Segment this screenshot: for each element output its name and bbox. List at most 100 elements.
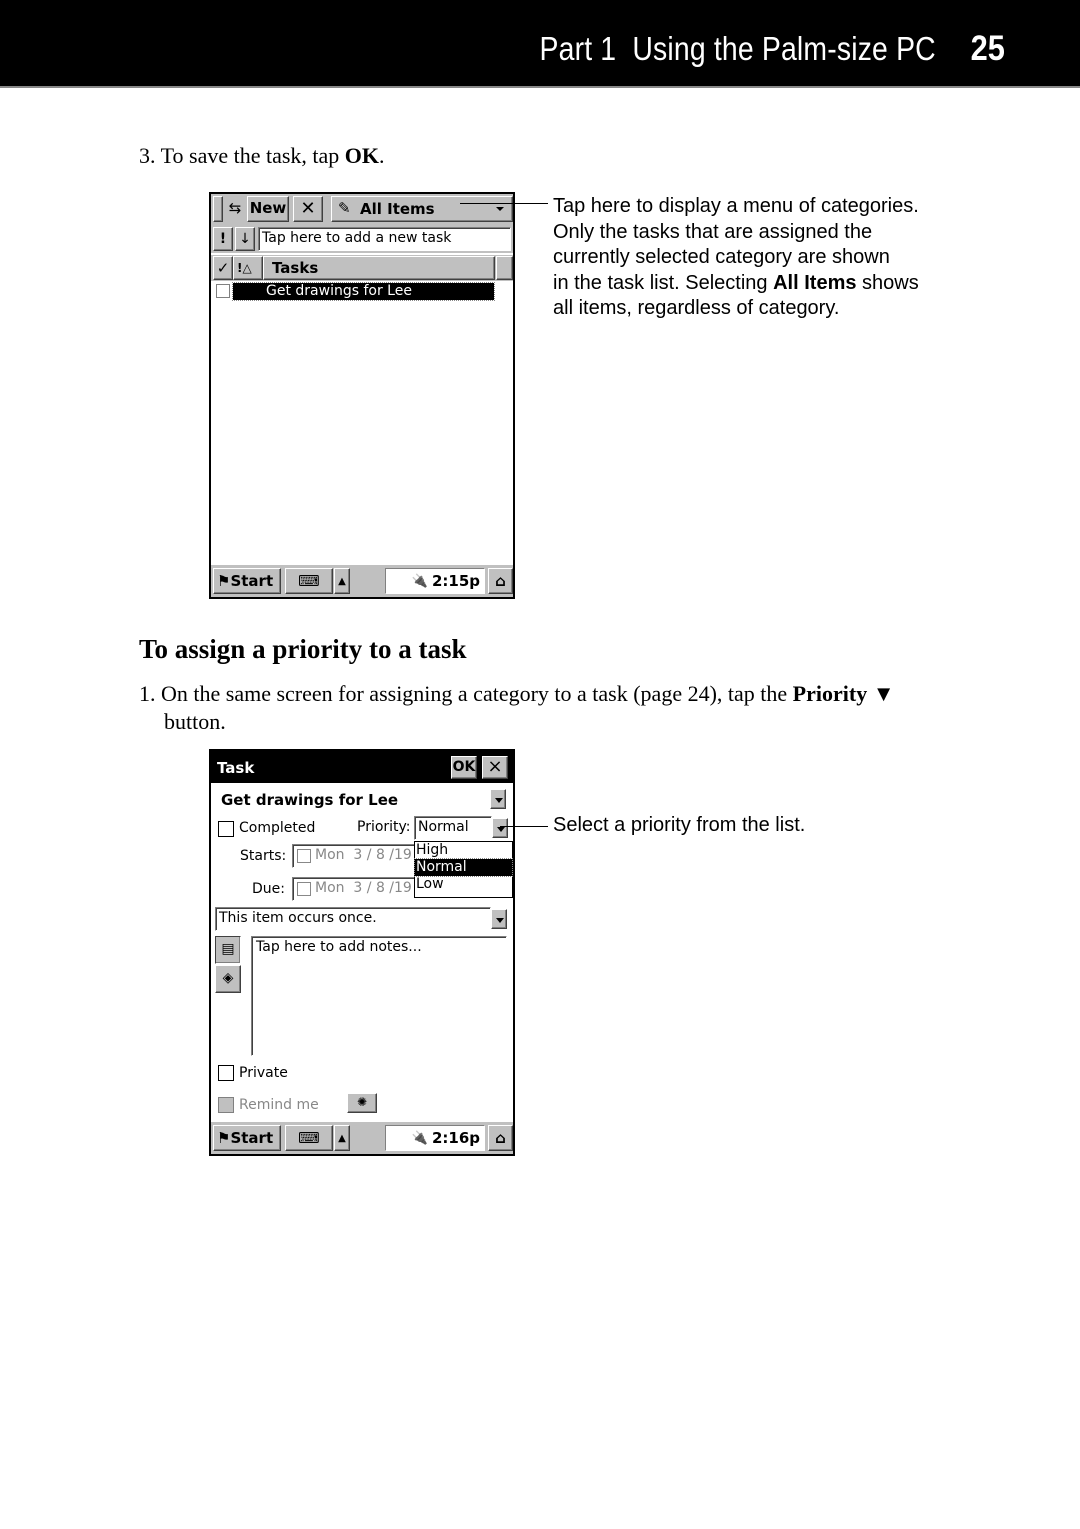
priority-option-high[interactable]: High: [415, 842, 512, 859]
window-title: Task: [217, 759, 255, 777]
keyboard-icon: ⌨: [298, 1129, 320, 1147]
ok-button[interactable]: OK: [451, 756, 477, 779]
keyboard-button[interactable]: ⌨: [285, 1125, 333, 1151]
callout-line: in the task list. Selecting All Items sh…: [553, 271, 919, 297]
list-header: ✓ !△ Tasks: [211, 255, 513, 281]
step-3: 3. To save the task, tap OK.: [139, 142, 385, 170]
recurrence-dropdown-button[interactable]: [491, 909, 507, 929]
column-check[interactable]: ✓: [213, 256, 233, 280]
keyboard-icon: ⌨: [298, 572, 320, 590]
private-checkbox[interactable]: [218, 1065, 234, 1081]
title-bar: Task OK ×: [211, 751, 513, 783]
windows-flag-icon: ⚑: [217, 572, 231, 590]
callout-categories: Tap here to display a menu of categories…: [553, 194, 919, 322]
priority-options-list: High Normal Low: [414, 841, 513, 898]
new-task-input[interactable]: Tap here to add a new task: [258, 227, 511, 251]
step-text: button.: [164, 709, 226, 734]
clock-home-icon: ⌂: [495, 572, 506, 590]
taskbar: ⚑ Start ⌨ ▲ 🔌 2:15p ⌂: [211, 564, 513, 597]
taskbar: ⚑ Start ⌨ ▲ 🔌 2:16p ⌂: [211, 1121, 513, 1154]
command-bar: ⇆ New ✕ ✎ All Items: [211, 194, 513, 225]
due-checkbox[interactable]: [297, 882, 311, 896]
step-number: 1.: [139, 681, 156, 706]
callout-bold: All Items: [773, 271, 857, 294]
sort-arrow-button[interactable]: ↓: [235, 227, 255, 251]
page-number: 25: [970, 29, 1005, 68]
power-plug-icon[interactable]: 🔌: [412, 574, 428, 589]
delete-button[interactable]: ✕: [293, 196, 323, 222]
system-tray: 🔌 2:16p: [385, 1125, 485, 1151]
windows-flag-icon: ⚑: [217, 1129, 231, 1147]
starts-checkbox[interactable]: [297, 849, 311, 863]
remind-checkbox[interactable]: [218, 1097, 234, 1113]
keyboard-button[interactable]: ⌨: [285, 568, 333, 594]
step-number: 3.: [139, 143, 156, 168]
priority-option-low[interactable]: Low: [415, 876, 512, 893]
task-row[interactable]: Get drawings for Lee: [211, 282, 513, 302]
priority-option-normal[interactable]: Normal: [414, 858, 513, 877]
clock[interactable]: 2:16p: [432, 1129, 480, 1147]
start-button[interactable]: ⚑ Start: [213, 1125, 281, 1151]
category-dropdown[interactable]: ✎ All Items: [331, 196, 513, 222]
desktop-button[interactable]: ⌂: [488, 1125, 513, 1151]
step-punct: .: [379, 143, 385, 168]
task-complete-checkbox[interactable]: [216, 284, 230, 298]
column-extra: [496, 256, 513, 280]
entry-bar: ! ↓ Tap here to add a new task: [211, 225, 513, 253]
callout-line: Only the tasks that are assigned the: [553, 220, 873, 243]
new-button[interactable]: New: [247, 196, 289, 222]
task-edit-screenshot: Task OK × Get drawings for Lee Completed…: [209, 749, 515, 1156]
callout-leader-1: [460, 203, 548, 204]
task-title[interactable]: Get drawings for Lee: [232, 282, 495, 301]
alarm-button[interactable]: ✺: [347, 1093, 377, 1113]
callout-text: shows: [856, 271, 919, 294]
notes-tab[interactable]: ▤: [215, 936, 241, 964]
column-priority[interactable]: !△: [233, 256, 263, 280]
close-button[interactable]: ×: [482, 756, 508, 779]
step-text: On the same screen for assigning a categ…: [161, 681, 793, 706]
swap-icon[interactable]: ⇆: [225, 199, 245, 219]
step-text: To save the task, tap: [160, 143, 345, 168]
recurrence-select[interactable]: This item occurs once.: [215, 907, 491, 931]
private-label: Private: [239, 1065, 288, 1081]
power-plug-icon[interactable]: 🔌: [412, 1131, 428, 1146]
step-1: 1. On the same screen for assigning a ca…: [139, 680, 999, 736]
section-heading: To assign a priority to a task: [139, 634, 467, 664]
category-icon: ◈: [222, 970, 234, 986]
desktop-button[interactable]: ⌂: [488, 568, 513, 594]
callout-line: Tap here to display a menu of categories…: [553, 195, 919, 217]
step-bold: Priority: [792, 681, 868, 706]
priority-dropdown-button[interactable]: [492, 818, 508, 838]
priority-sort-button[interactable]: !: [213, 227, 233, 251]
category-tab[interactable]: ◈: [215, 965, 241, 993]
caret-up-icon: ▲: [338, 1132, 346, 1144]
completed-checkbox[interactable]: [218, 821, 234, 837]
header-rule: [0, 86, 1080, 88]
start-button[interactable]: ⚑ Start: [213, 568, 281, 594]
callout-line: currently selected category are shown: [553, 246, 890, 268]
priority-label: Priority:: [357, 819, 411, 835]
callout-text: in the task list. Selecting: [553, 271, 774, 294]
completed-label: Completed: [239, 820, 316, 836]
notes-textarea[interactable]: Tap here to add notes...: [251, 936, 507, 1056]
input-panel-toggle[interactable]: ▲: [334, 1125, 350, 1151]
x-icon: ✕: [300, 198, 316, 219]
priority-select[interactable]: Normal: [414, 816, 492, 840]
task-name[interactable]: Get drawings for Lee: [221, 791, 398, 809]
notes-icon: ▤: [221, 941, 235, 957]
remind-label: Remind me: [239, 1097, 319, 1113]
gripper-handle[interactable]: [213, 196, 223, 222]
step-bold: OK: [344, 143, 380, 168]
column-tasks[interactable]: Tasks: [263, 256, 495, 280]
callout-line: all items, regardless of category.: [553, 297, 840, 319]
category-label: All Items: [360, 200, 435, 218]
start-label: Start: [230, 1129, 274, 1147]
tasks-screenshot: ⇆ New ✕ ✎ All Items ! ↓ Tap here to add …: [209, 192, 515, 599]
callout-priority: Select a priority from the list.: [553, 814, 806, 836]
task-name-dropdown[interactable]: [490, 789, 506, 809]
category-icon: ✎: [338, 199, 351, 217]
input-panel-toggle[interactable]: ▲: [334, 568, 350, 594]
clock[interactable]: 2:15p: [432, 572, 480, 590]
sort-indicator-icon: △: [242, 261, 252, 275]
header-title: Part 1 Using the Palm-size PC: [539, 30, 936, 67]
